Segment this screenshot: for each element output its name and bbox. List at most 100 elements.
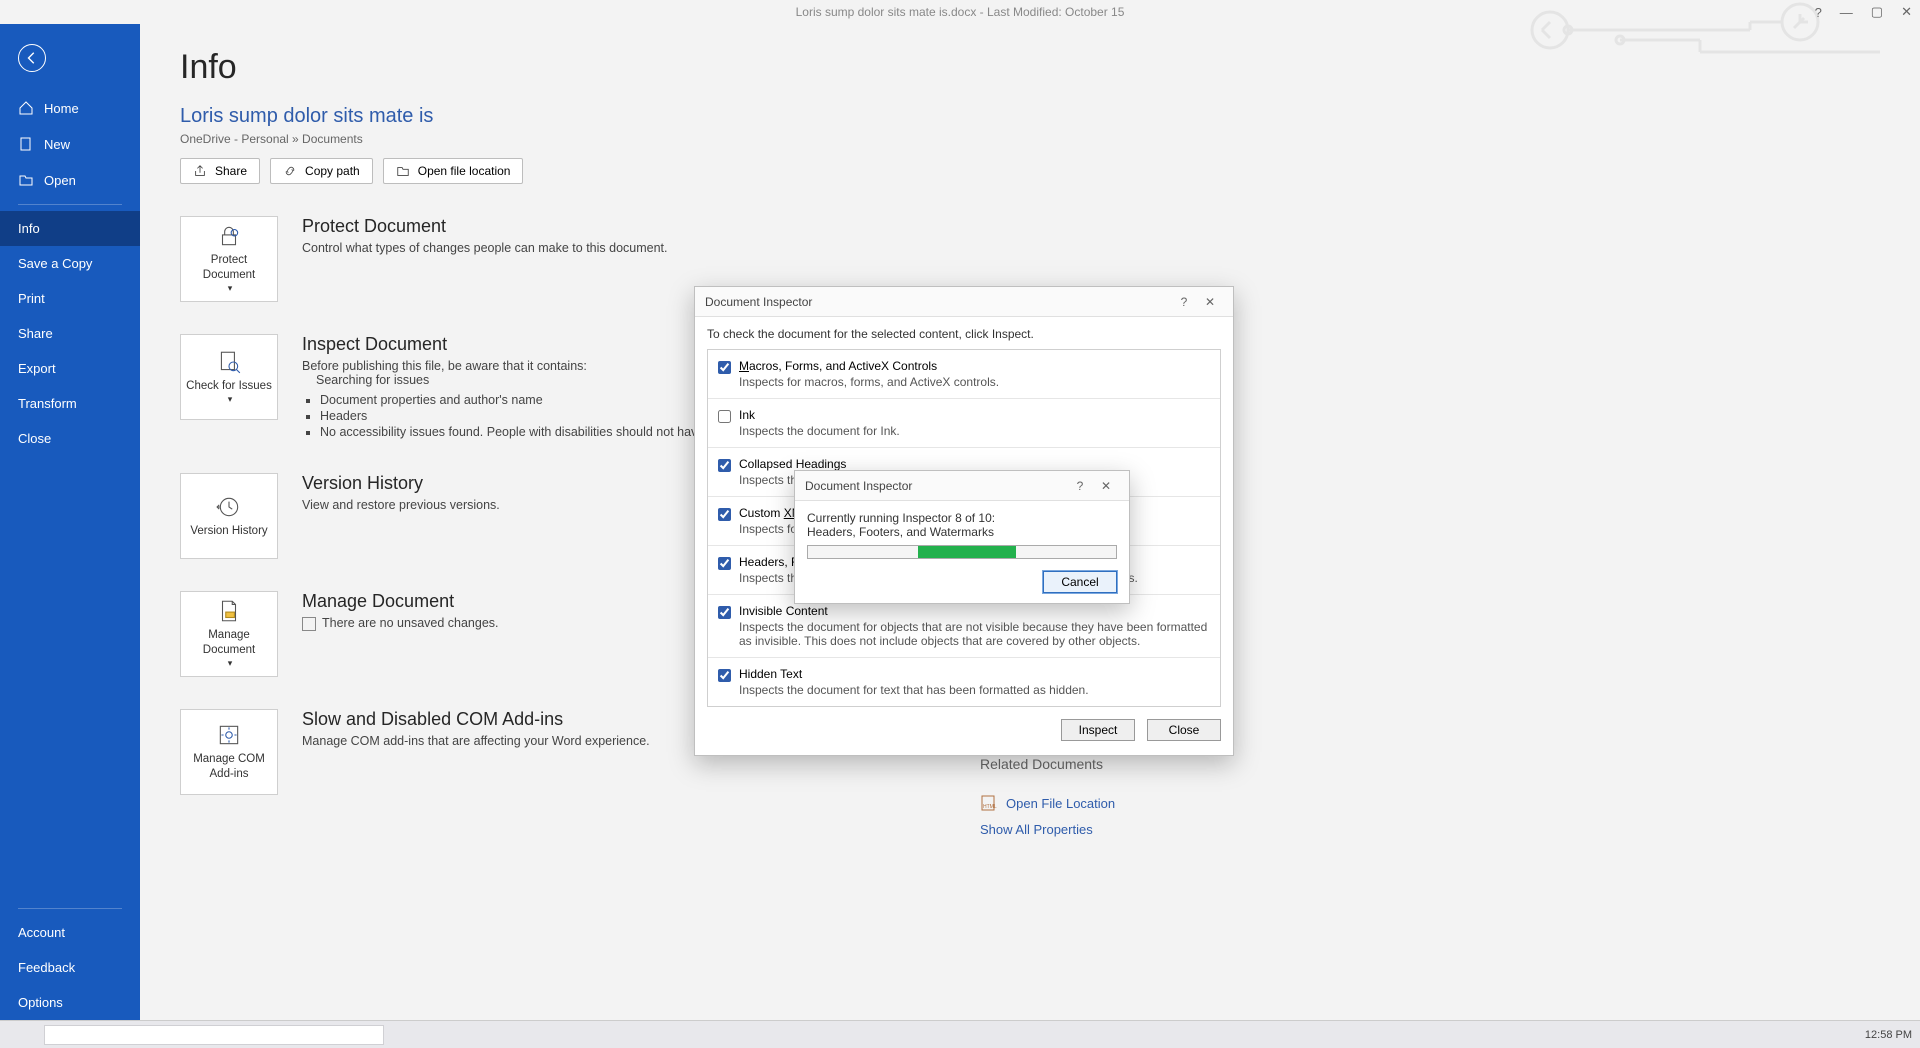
backstage-sidebar: Home New Open Info Save a Copy Print Sha… — [0, 24, 140, 1020]
cancel-button[interactable]: Cancel — [1043, 571, 1117, 593]
html-file-icon: HTML — [980, 794, 998, 812]
taskbar-clock[interactable]: 12:58 PM — [1865, 1029, 1912, 1041]
tile-label: Version History — [190, 524, 267, 539]
inspector-option-checkbox[interactable] — [718, 669, 731, 682]
sidebar-item-open[interactable]: Open — [0, 162, 140, 198]
link-label: Open File Location — [1006, 796, 1115, 811]
sidebar-item-label: Transform — [18, 396, 77, 411]
dialog-help-button[interactable]: ? — [1171, 295, 1197, 309]
inspector-option-title: Collapsed Headings — [739, 457, 1123, 471]
dialog-titlebar[interactable]: Document Inspector ? ✕ — [695, 287, 1233, 317]
folder-open-icon — [18, 172, 34, 188]
sidebar-item-save-copy[interactable]: Save a Copy — [0, 246, 140, 281]
inspector-option-checkbox[interactable] — [718, 410, 731, 423]
inspector-option-desc: Inspects the document for Ink. — [739, 424, 900, 438]
open-file-location-link[interactable]: HTML Open File Location — [980, 794, 1115, 812]
inspector-option-row[interactable]: Invisible ContentInspects the document f… — [708, 595, 1220, 658]
inspector-option-checkbox[interactable] — [718, 459, 731, 472]
sidebar-item-label: Save a Copy — [18, 256, 92, 271]
inspector-option-desc: Inspects the document for text that has … — [739, 683, 1089, 697]
manage-document-tile[interactable]: Manage Document▾ — [180, 591, 278, 677]
sidebar-item-label: Options — [18, 995, 63, 1010]
dialog-instruction: To check the document for the selected c… — [707, 327, 1221, 341]
inspector-option-checkbox[interactable] — [718, 557, 731, 570]
inspector-option-row[interactable]: Macros, Forms, and ActiveX ControlsInspe… — [708, 350, 1220, 399]
sidebar-item-transform[interactable]: Transform — [0, 386, 140, 421]
section-body-text: View and restore previous versions. — [302, 498, 500, 512]
sidebar-item-label: Export — [18, 361, 56, 376]
sidebar-divider — [18, 908, 122, 909]
share-button[interactable]: Share — [180, 158, 260, 184]
link-icon — [283, 164, 297, 178]
inspector-option-title: Invisible Content — [739, 604, 1208, 618]
section-heading: Manage Document — [302, 591, 499, 612]
taskbar-search[interactable] — [44, 1025, 384, 1045]
dialog-titlebar[interactable]: Document Inspector ? ✕ — [795, 471, 1129, 501]
sidebar-item-account[interactable]: Account — [0, 915, 140, 950]
sidebar-item-new[interactable]: New — [0, 126, 140, 162]
open-file-location-button[interactable]: Open file location — [383, 158, 524, 184]
close-window-button[interactable]: ✕ — [1901, 4, 1912, 20]
document-icon — [216, 598, 242, 624]
sidebar-item-label: Info — [18, 221, 40, 236]
share-icon — [193, 164, 207, 178]
back-button[interactable] — [18, 44, 46, 72]
folder-icon — [396, 164, 410, 178]
tile-label: Check for Issues — [186, 379, 272, 394]
related-documents-heading: Related Documents — [980, 756, 1103, 772]
show-all-properties-link[interactable]: Show All Properties — [980, 822, 1115, 837]
section-body-text: There are no unsaved changes. — [302, 616, 499, 631]
button-label: Open file location — [418, 164, 511, 178]
sidebar-item-feedback[interactable]: Feedback — [0, 950, 140, 985]
manage-com-addins-tile[interactable]: Manage COM Add-ins — [180, 709, 278, 795]
section-heading: Version History — [302, 473, 500, 494]
inspector-option-row[interactable]: Ink Inspects the document for Ink. — [708, 399, 1220, 448]
titlebar-document-title: Loris sump dolor sits mate is.docx - Las… — [796, 5, 1125, 19]
sidebar-item-info[interactable]: Info — [0, 211, 140, 246]
history-icon — [216, 494, 242, 520]
document-small-icon — [302, 617, 316, 631]
close-dialog-button[interactable]: Close — [1147, 719, 1221, 741]
dialog-close-button[interactable]: ✕ — [1093, 479, 1119, 493]
sidebar-item-share[interactable]: Share — [0, 316, 140, 351]
inspector-option-checkbox[interactable] — [718, 508, 731, 521]
protect-document-tile[interactable]: Protect Document▾ — [180, 216, 278, 302]
check-for-issues-tile[interactable]: Check for Issues▾ — [180, 334, 278, 420]
inspector-option-title: Hidden Text — [739, 667, 1089, 681]
button-label: Copy path — [305, 164, 360, 178]
sidebar-item-options[interactable]: Options — [0, 985, 140, 1020]
lock-icon — [216, 223, 242, 249]
progress-bar — [807, 545, 1117, 559]
minimize-button[interactable]: — — [1840, 5, 1853, 20]
sidebar-item-close[interactable]: Close — [0, 421, 140, 456]
maximize-button[interactable]: ▢ — [1871, 4, 1883, 20]
svg-text:HTML: HTML — [983, 804, 997, 810]
inspector-option-checkbox[interactable] — [718, 606, 731, 619]
inspector-option-row[interactable]: Hidden Text Inspects the document for tex… — [708, 658, 1220, 706]
dialog-close-button[interactable]: ✕ — [1197, 295, 1223, 309]
section-heading: Slow and Disabled COM Add-ins — [302, 709, 650, 730]
inspect-button[interactable]: Inspect — [1061, 719, 1135, 741]
sidebar-item-label: Feedback — [18, 960, 75, 975]
home-icon — [18, 100, 34, 116]
section-body-text: Control what types of changes people can… — [302, 241, 668, 255]
dialog-help-button[interactable]: ? — [1067, 479, 1093, 493]
progress-current-inspector: Headers, Footers, and Watermarks — [807, 525, 1117, 539]
version-history-tile[interactable]: Version History — [180, 473, 278, 559]
tile-label: Manage COM Add-ins — [185, 752, 273, 782]
help-icon[interactable]: ? — [1815, 5, 1822, 20]
tile-label: Protect Document — [185, 253, 273, 283]
section-body-text: Manage COM add-ins that are affecting yo… — [302, 734, 650, 748]
inspector-progress-dialog: Document Inspector ? ✕ Currently running… — [794, 470, 1130, 604]
sidebar-item-label: Account — [18, 925, 65, 940]
inspector-option-title: Ink — [739, 408, 900, 422]
windows-taskbar[interactable]: 12:58 PM — [0, 1020, 1920, 1048]
copy-path-button[interactable]: Copy path — [270, 158, 373, 184]
tile-label: Manage Document — [185, 628, 273, 658]
addin-icon — [216, 722, 242, 748]
sidebar-item-export[interactable]: Export — [0, 351, 140, 386]
sidebar-item-home[interactable]: Home — [0, 90, 140, 126]
sidebar-item-print[interactable]: Print — [0, 281, 140, 316]
inspector-option-checkbox[interactable] — [718, 361, 731, 374]
progress-status-line: Currently running Inspector 8 of 10: — [807, 511, 1117, 525]
